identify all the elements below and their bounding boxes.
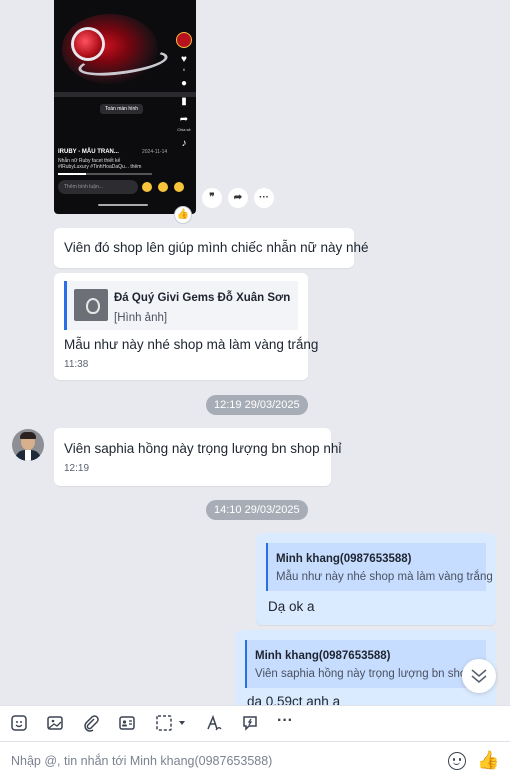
scroll-down-button[interactable] bbox=[462, 659, 496, 693]
video-hashtags: #IRubyLuxury #TinhHoaDaQu... thêm bbox=[58, 164, 142, 170]
reaction-like-icon[interactable]: 👍 bbox=[174, 206, 192, 224]
emoji-icon[interactable] bbox=[448, 752, 466, 770]
message-text: Viên đó shop lên giúp mình chiếc nhẫn nữ… bbox=[64, 240, 369, 255]
fullscreen-button[interactable]: Toàn màn hình bbox=[100, 104, 144, 114]
message-input[interactable]: Nhập @, tin nhắn tới Minh khang(09876535… bbox=[11, 754, 272, 768]
more-tools-icon[interactable]: ··· bbox=[277, 713, 297, 734]
attachment-icon[interactable] bbox=[82, 714, 102, 734]
quoted-message[interactable]: Đá Quý Givi Gems Đỗ Xuân Sơn [Hình ảnh] bbox=[64, 281, 298, 330]
message-bubble[interactable]: Viên saphia hồng này trọng lượng bn shop… bbox=[54, 428, 341, 486]
emoji-icon[interactable] bbox=[174, 182, 184, 192]
channel-logo[interactable] bbox=[176, 32, 192, 48]
message-text: da 0.59ct anh a bbox=[247, 694, 341, 705]
message-time: 12:19 bbox=[64, 463, 90, 474]
video-card[interactable]: ♥ 6 ● ▮ ➦ Chia sẻ ♪ Toàn màn hình IRUBY … bbox=[54, 0, 196, 214]
message-actions: ❞ ➦ ··· bbox=[202, 188, 274, 208]
message-time: 11:38 bbox=[64, 359, 89, 370]
text-format-icon[interactable] bbox=[205, 714, 225, 734]
quoted-text: [Hình ảnh] bbox=[114, 312, 168, 324]
quick-message-icon[interactable] bbox=[241, 714, 261, 734]
quoted-sender: Minh khang(0987653588) bbox=[276, 553, 412, 565]
sent-message-bubble[interactable]: Minh khang(0987653588) Mẫu như này nhé s… bbox=[256, 533, 496, 625]
message-bubble[interactable]: Đá Quý Givi Gems Đỗ Xuân Sơn [Hình ảnh] … bbox=[54, 273, 318, 380]
quoted-text: Viên saphia hồng này trọng lượng bn shop bbox=[255, 668, 473, 680]
like-count: 6 bbox=[182, 67, 186, 72]
quoted-message[interactable]: Minh khang(0987653588) Mẫu như này nhé s… bbox=[266, 543, 493, 591]
heart-icon[interactable]: ♥ bbox=[181, 54, 187, 66]
image-icon[interactable] bbox=[46, 714, 66, 734]
share-label: Chia sẻ bbox=[177, 127, 191, 132]
video-comment-input[interactable]: Thêm bình luận... bbox=[58, 180, 138, 194]
message-bubble[interactable]: Viên đó shop lên giúp mình chiếc nhẫn nữ… bbox=[54, 228, 369, 268]
quoted-sender: Minh khang(0987653588) bbox=[255, 650, 391, 662]
composer-toolbar: ··· bbox=[0, 705, 510, 741]
video-progress[interactable] bbox=[58, 173, 152, 175]
date-separator: 14:10 29/03/2025 bbox=[206, 500, 308, 520]
caption-strip bbox=[54, 92, 196, 97]
video-date: 2024-11-14 bbox=[142, 149, 168, 155]
video-progress-fill bbox=[58, 173, 87, 175]
date-separator: 12:19 29/03/2025 bbox=[206, 395, 308, 415]
bookmark-icon[interactable]: ▮ bbox=[181, 96, 187, 108]
share-icon[interactable]: ➦ bbox=[180, 114, 188, 126]
home-indicator bbox=[98, 204, 148, 206]
chat-history: ♥ 6 ● ▮ ➦ Chia sẻ ♪ Toàn màn hình IRUBY … bbox=[0, 0, 510, 705]
quoted-sender: Đá Quý Givi Gems Đỗ Xuân Sơn bbox=[114, 292, 291, 304]
message-text: Viên saphia hồng này trọng lượng bn shop… bbox=[64, 441, 342, 456]
sticker-icon[interactable] bbox=[10, 714, 30, 734]
video-title: IRUBY - MẪU TRAN... bbox=[58, 149, 119, 155]
message-text: Dạ ok a bbox=[268, 599, 315, 614]
screenshot-icon[interactable] bbox=[155, 714, 189, 734]
emoji-icon[interactable] bbox=[142, 182, 152, 192]
contact-card-icon[interactable] bbox=[118, 714, 138, 734]
more-icon[interactable]: ··· bbox=[254, 188, 274, 208]
message-text: Mẫu như này nhé shop mà làm vàng trắng bbox=[64, 337, 319, 352]
sent-message-bubble[interactable]: Minh khang(0987653588) Viên saphia hồng … bbox=[235, 630, 496, 705]
video-sidebar: ♥ 6 ● ▮ ➦ Chia sẻ ♪ bbox=[175, 32, 193, 150]
quoted-text: Mẫu như này nhé shop mà làm vàng trắng bbox=[276, 571, 493, 583]
chevron-double-down-icon bbox=[471, 669, 487, 684]
emoji-icon[interactable] bbox=[158, 182, 168, 192]
message-composer: Nhập @, tin nhắn tới Minh khang(09876535… bbox=[0, 741, 510, 779]
share-arrow-icon[interactable]: ➦ bbox=[228, 188, 248, 208]
tiktok-icon: ♪ bbox=[181, 138, 187, 149]
thumbs-up-icon[interactable]: 👍 bbox=[477, 750, 499, 771]
quoted-message[interactable]: Minh khang(0987653588) Viên saphia hồng … bbox=[245, 640, 486, 688]
comment-icon[interactable]: ● bbox=[181, 78, 187, 90]
avatar[interactable] bbox=[12, 429, 44, 461]
ruby-image bbox=[74, 30, 102, 58]
quote-icon[interactable]: ❞ bbox=[202, 188, 222, 208]
quoted-image-thumbnail bbox=[74, 289, 108, 321]
